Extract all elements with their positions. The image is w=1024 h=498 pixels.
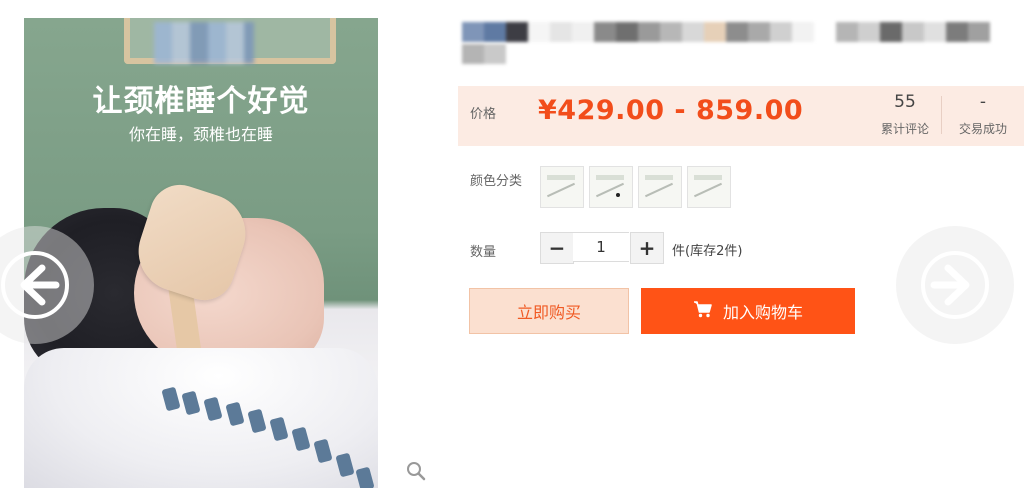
reviews-label[interactable]: 累计评论 bbox=[870, 120, 940, 137]
add-to-cart-label: 加入购物车 bbox=[722, 303, 803, 322]
blurred-logo bbox=[154, 22, 254, 64]
color-swatch[interactable] bbox=[589, 166, 633, 208]
quantity-decrease-button[interactable]: − bbox=[540, 232, 574, 264]
pillow-shape bbox=[24, 348, 378, 488]
color-swatch[interactable] bbox=[638, 166, 682, 208]
sales-count: - bbox=[979, 92, 987, 112]
zoom-icon[interactable] bbox=[406, 461, 426, 485]
arrow-left-icon bbox=[0, 250, 70, 320]
color-swatch[interactable] bbox=[687, 166, 731, 208]
buy-now-button[interactable]: 立即购买 bbox=[469, 288, 629, 334]
product-title-blurred bbox=[462, 22, 1017, 66]
quantity-increase-button[interactable]: + bbox=[630, 232, 664, 264]
sales-label: 交易成功 bbox=[958, 122, 1007, 136]
image-headline: 让颈椎睡个好觉 bbox=[92, 84, 310, 119]
image-subline: 你在睡，颈椎也在睡 bbox=[128, 125, 273, 144]
stock-info: 件(库存2件) bbox=[672, 244, 743, 259]
color-swatch[interactable] bbox=[540, 166, 584, 208]
quantity-input[interactable] bbox=[573, 232, 629, 262]
add-to-cart-button[interactable]: 加入购物车 bbox=[641, 288, 855, 334]
reviews-count[interactable]: 55 bbox=[870, 92, 940, 112]
arrow-right-icon bbox=[920, 250, 990, 320]
cart-icon bbox=[693, 300, 713, 322]
stat-divider bbox=[941, 96, 942, 134]
price-range: ¥429.00 - 859.00 bbox=[538, 95, 804, 126]
price-label: 价格 bbox=[470, 107, 497, 122]
carousel-next-button[interactable] bbox=[896, 226, 1014, 344]
buy-now-label: 立即购买 bbox=[516, 303, 581, 322]
color-option-label: 颜色分类 bbox=[470, 174, 523, 189]
quantity-label: 数量 bbox=[470, 245, 497, 260]
